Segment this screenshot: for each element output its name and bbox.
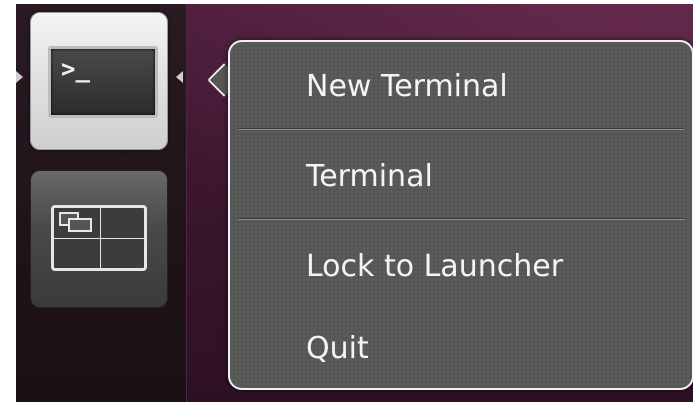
terminal-icon: >_ <box>48 46 158 118</box>
menu-item-lock-to-launcher[interactable]: Lock to Launcher <box>306 252 563 282</box>
terminal-prompt-glyph: >_ <box>61 55 90 83</box>
menu-item-terminal[interactable]: Terminal <box>306 162 433 192</box>
launcher-item-terminal[interactable]: >_ <box>30 12 168 150</box>
running-indicator-arrow <box>16 71 23 83</box>
desktop: >_ New Terminal Terminal Lock to Launche… <box>16 4 693 402</box>
menu-item-new-terminal[interactable]: New Terminal <box>306 72 508 102</box>
workspace-switcher-icon <box>51 205 147 271</box>
menu-separator <box>238 128 684 130</box>
launcher: >_ <box>16 4 187 402</box>
launcher-item-workspace-switcher[interactable] <box>30 170 168 308</box>
menu-item-quit[interactable]: Quit <box>306 334 369 364</box>
quicklist-menu: New Terminal Terminal Lock to Launcher Q… <box>228 40 693 390</box>
active-indicator-arrow <box>176 71 183 83</box>
menu-separator <box>238 218 684 220</box>
